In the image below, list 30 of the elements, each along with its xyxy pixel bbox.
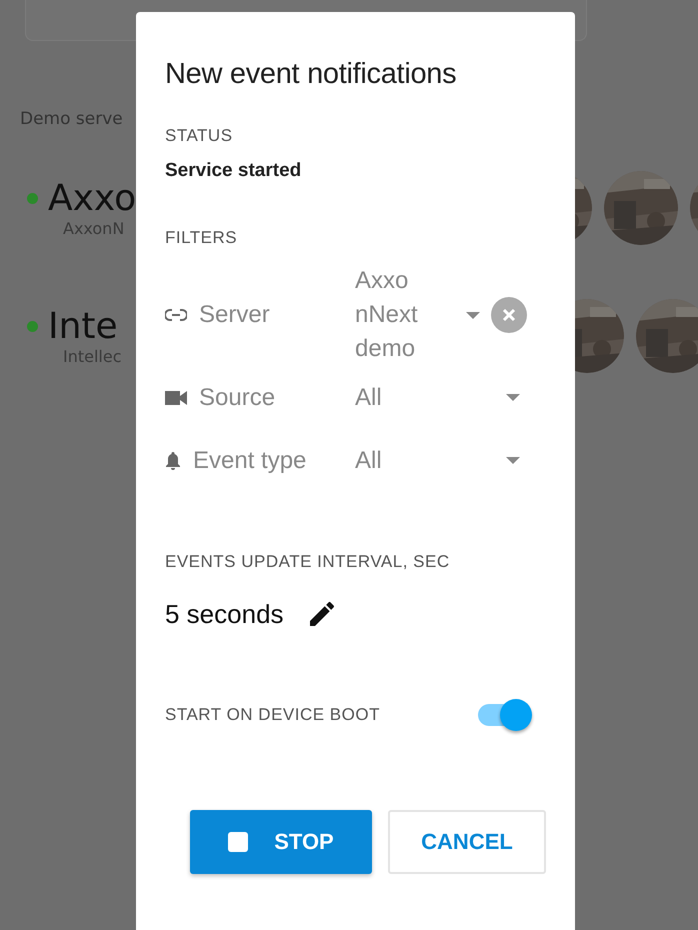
section-label: FILTERS — [165, 228, 238, 248]
section-label: Demo serve — [20, 109, 124, 129]
dropdown-caret-icon[interactable] — [506, 394, 520, 401]
dropdown-caret-icon[interactable] — [506, 457, 520, 464]
interval-value: 5 seconds — [165, 598, 284, 630]
close-icon — [502, 308, 516, 322]
clear-button[interactable] — [491, 297, 527, 333]
status-dot — [27, 193, 38, 204]
link-icon — [165, 309, 187, 321]
filter-label: Server — [199, 301, 270, 329]
server-name[interactable]: Axxo — [48, 178, 136, 218]
cancel-button[interactable]: CANCEL — [388, 810, 546, 874]
dropdown-caret-icon[interactable] — [466, 312, 480, 318]
stop-icon — [228, 832, 248, 852]
filter-value[interactable]: All — [355, 444, 455, 478]
toggle-label: START ON DEVICE BOOT — [165, 705, 380, 725]
section-label: STATUS — [165, 126, 234, 146]
filter-label: Source — [199, 384, 276, 412]
section-label: EVENTS UPDATE INTERVAL, SEC — [165, 552, 451, 572]
dialog-title: New event notifications — [165, 57, 458, 92]
status-value: Service started — [165, 160, 302, 182]
server-name[interactable]: Inte — [48, 306, 118, 346]
video-camera-icon — [165, 390, 187, 404]
stop-button[interactable]: STOP — [190, 810, 372, 874]
status-dot — [27, 321, 38, 332]
filter-value[interactable]: All — [355, 380, 455, 414]
bell-icon — [165, 450, 181, 470]
filter-value[interactable]: AxxonNext demo — [355, 264, 419, 366]
filter-label: Event type — [193, 446, 306, 474]
toggle-switch[interactable] — [478, 698, 532, 732]
